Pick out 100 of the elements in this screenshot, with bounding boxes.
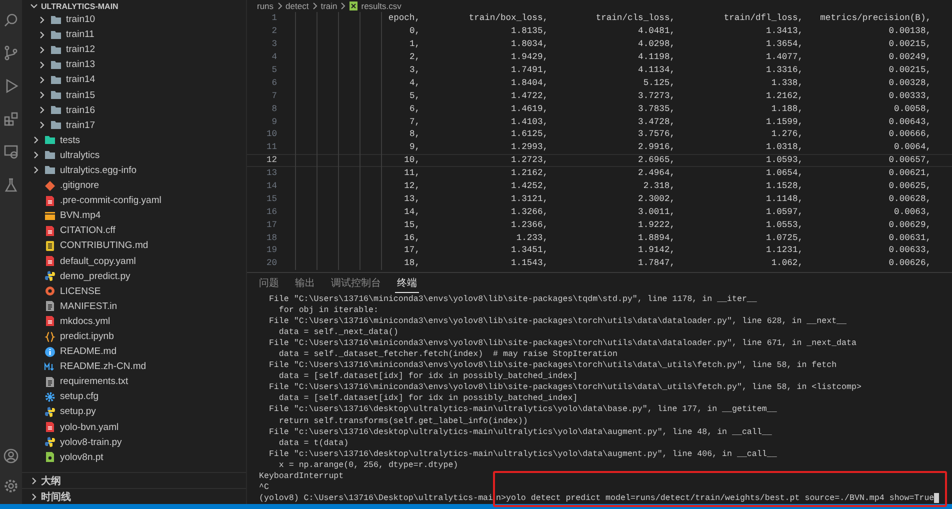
csv-cell: 1.9429, xyxy=(511,52,548,62)
file-name[interactable]: CITATION.cff xyxy=(60,225,116,236)
line-number: 3 xyxy=(272,39,277,50)
csv-cell: 1.0318, xyxy=(766,142,803,152)
file-name[interactable]: mkdocs.yml xyxy=(60,316,110,327)
settings-icon[interactable] xyxy=(3,478,19,494)
file-name[interactable]: yolov8n.pt xyxy=(60,452,104,463)
file-name[interactable]: yolov8-train.py xyxy=(60,436,122,448)
file-name[interactable]: README.md xyxy=(60,346,116,358)
csv-cell: 3.0011, xyxy=(638,206,675,217)
chevron-icon xyxy=(312,2,318,10)
csv-cell: 1.4077, xyxy=(766,52,803,62)
csv-cell: 16, xyxy=(404,232,420,243)
panel-tab[interactable]: 终端 xyxy=(395,273,419,293)
folder-name[interactable]: ultralytics.egg-info xyxy=(60,164,137,176)
file-name[interactable]: requirements.txt xyxy=(60,376,128,388)
chevron-icon xyxy=(276,2,283,10)
chevron-icon xyxy=(30,2,38,10)
folder-name[interactable]: train10 xyxy=(66,14,96,26)
line-number: 1 xyxy=(272,13,277,24)
csv-cell: 12, xyxy=(404,181,420,192)
document-icon xyxy=(44,300,56,312)
folder-icon xyxy=(50,58,62,71)
csv-cell: 8, xyxy=(409,129,420,140)
python-logo-icon xyxy=(44,436,56,448)
folder-name[interactable]: ultralytics xyxy=(60,150,100,161)
csv-cell: 0.00633, xyxy=(888,245,931,256)
extensions-icon[interactable] xyxy=(3,111,19,127)
folder-name[interactable]: train17 xyxy=(66,120,96,131)
folder-name[interactable]: train13 xyxy=(66,59,96,70)
csv-cell: 1.3413, xyxy=(766,26,803,36)
markdown-icon xyxy=(44,360,56,373)
csv-cell: 1.1543, xyxy=(511,258,548,268)
breadcrumb-item[interactable]: runs xyxy=(257,1,274,11)
terminal-prompt: (yolov8) C:\Users\13716\Desktop\ultralytics-mai xyxy=(259,492,494,504)
csv-cell: 0.00138, xyxy=(888,26,931,36)
csv-cell: train/box_loss, xyxy=(468,13,548,24)
breadcrumb-item[interactable]: detect xyxy=(286,1,309,11)
terminal-line: File "C:\Users\13716\miniconda3\envs\yolov8\lib\site-packages\tqdm\std.py", line 1178, in __iter__ xyxy=(268,294,758,306)
line-number: 13 xyxy=(266,168,277,178)
csv-cell: 3.7835, xyxy=(638,104,675,114)
breadcrumb-item[interactable]: train xyxy=(320,1,338,11)
csv-cell: 18, xyxy=(404,258,420,268)
file-name[interactable]: .pre-commit-config.yaml xyxy=(60,195,162,206)
file-name[interactable]: README.zh-CN.md xyxy=(60,361,146,372)
csv-cell: 3.4728, xyxy=(638,116,675,127)
folder-name[interactable]: train12 xyxy=(66,44,96,56)
terminal-line: File "c:\users\13716\desktop\ultralytics-main\ultralytics\yolo\data\augment.py", line 406, in __call__ xyxy=(268,448,778,460)
file-name[interactable]: BVN.mp4 xyxy=(60,210,101,222)
folder-icon xyxy=(44,164,56,176)
file-name[interactable]: yolo-bvn.yaml xyxy=(60,422,119,433)
csv-cell: 0.00215, xyxy=(888,39,931,50)
csv-cell: 4.1134, xyxy=(638,65,675,75)
folder-icon xyxy=(50,44,62,56)
csv-cell: 1.1148, xyxy=(766,194,803,204)
line-number: 20 xyxy=(266,258,277,268)
csv-cell: 2, xyxy=(409,52,420,62)
panel-tab[interactable]: 问题 xyxy=(257,273,281,293)
line-number: 2 xyxy=(272,26,277,36)
file-name[interactable]: default_copy.yaml xyxy=(60,256,136,267)
terminal-line: File "c:\users\13716\desktop\ultralytics-main\ultralytics\yolo\data\augment.py", line 48, in __call__ xyxy=(268,426,773,438)
file-name[interactable]: demo_predict.py xyxy=(60,270,130,282)
terminal-line: data = [self.dataset[idx] for idx in possibly_batched_index] xyxy=(278,393,579,404)
line-number: 9 xyxy=(272,116,277,127)
panel-tab[interactable]: 调试控制台 xyxy=(329,273,383,293)
line-number: 17 xyxy=(266,220,277,230)
csv-cell: 1.3451, xyxy=(511,245,548,256)
file-name[interactable]: MANIFEST.in xyxy=(60,300,118,312)
csv-cell: 11, xyxy=(404,168,420,178)
folder-name[interactable]: train16 xyxy=(66,104,96,116)
search-icon[interactable] xyxy=(3,12,19,28)
csv-cell: 1.7847, xyxy=(638,258,675,268)
python-logo-icon xyxy=(44,406,56,418)
terminal-line: data = t(data) xyxy=(278,438,350,449)
terminal-line: data = self._next_data() xyxy=(278,327,400,338)
folder-icon xyxy=(50,74,62,86)
line-number: 18 xyxy=(266,232,277,243)
account-icon[interactable] xyxy=(3,448,19,464)
file-name[interactable]: LICENSE xyxy=(60,286,101,297)
file-name[interactable]: .gitignore xyxy=(60,180,100,192)
folder-name[interactable]: train14 xyxy=(66,74,96,86)
csv-cell: 4, xyxy=(409,78,420,88)
panel-tab[interactable]: 输出 xyxy=(293,273,317,293)
folder-name[interactable]: train15 xyxy=(66,90,96,101)
csv-cell: 1.062, xyxy=(771,258,803,268)
csv-cell: 1.9222, xyxy=(638,220,675,230)
monitor-icon[interactable] xyxy=(3,144,19,160)
csv-cell: 1.0593, xyxy=(766,155,803,166)
folder-name[interactable]: train11 xyxy=(66,29,94,40)
folder-name[interactable]: tests xyxy=(60,134,80,146)
breadcrumb-item[interactable]: results.csv xyxy=(361,1,402,11)
flask-icon[interactable] xyxy=(3,177,19,193)
csv-cell: 3, xyxy=(409,65,420,75)
file-name[interactable]: CONTRIBUTING.md xyxy=(60,240,148,252)
section-header[interactable]: 大纲 xyxy=(22,472,246,488)
csv-cell: 2.4964, xyxy=(638,168,675,178)
file-name[interactable]: predict.ipynb xyxy=(60,331,114,342)
file-name[interactable]: setup.py xyxy=(60,406,96,418)
branch-icon[interactable] xyxy=(3,45,19,61)
file-name[interactable]: setup.cfg xyxy=(60,391,99,402)
